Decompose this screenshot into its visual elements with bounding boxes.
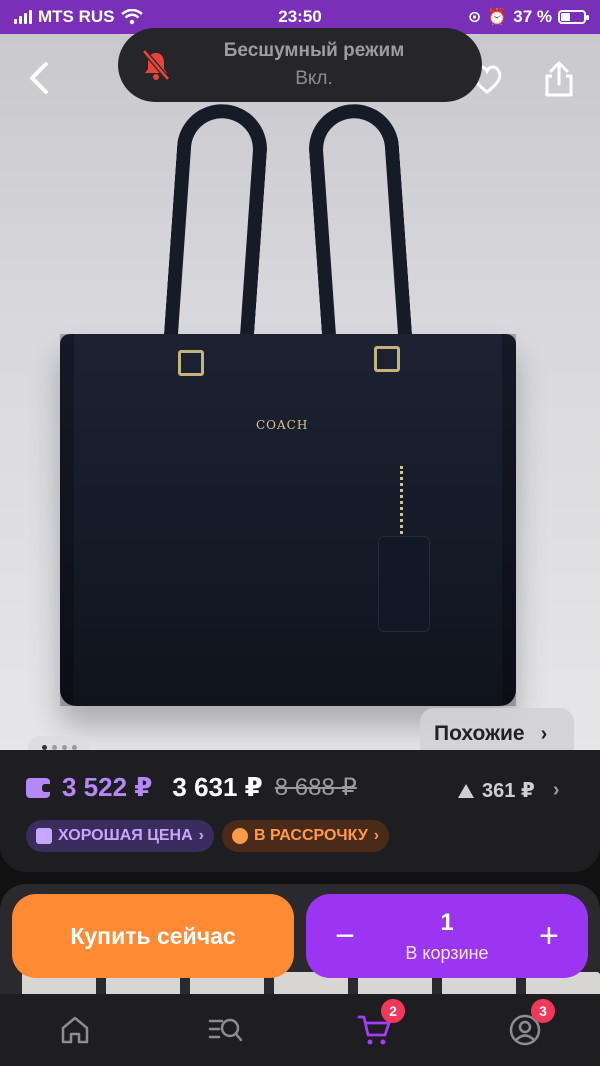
price-panel: 3 522 ₽ 3 631 ₽ 8 688 ₽ 361 ₽ › — [0, 750, 600, 872]
clock: 23:50 — [278, 7, 322, 26]
bag-chain — [400, 466, 403, 540]
price-drop-link[interactable]: 361 ₽ › — [458, 778, 560, 803]
chevron-right-icon: › — [540, 722, 548, 745]
rotation-lock-icon: ⊙ — [467, 9, 482, 26]
catalog-search-icon — [208, 1018, 243, 1042]
tab-catalog-search[interactable] — [195, 1005, 255, 1055]
similar-button[interactable]: Похожие › — [420, 708, 574, 750]
silent-mode-toast: Бесшумный режим Вкл. — [118, 28, 482, 102]
toast-subtitle: Вкл. — [295, 68, 333, 89]
status-right: ⊙ ⏰ 37 % — [386, 7, 589, 27]
product-image-gallery[interactable]: COACH Похожие › — [0, 34, 600, 750]
bag-tag — [378, 536, 430, 632]
back-button[interactable] — [24, 58, 54, 108]
price-chips: ХОРОШАЯ ЦЕНА › В РАССРОЧКУ › — [26, 820, 390, 852]
cart-quantity[interactable]: 1 В корзине — [405, 909, 488, 964]
product-photo — [60, 334, 516, 706]
chevron-right-icon: › — [552, 779, 560, 801]
current-price: 3 631 ₽ — [172, 772, 263, 802]
toast-title: Бесшумный режим — [223, 40, 405, 61]
battery-icon — [558, 10, 589, 24]
price-row: 3 522 ₽ 3 631 ₽ 8 688 ₽ — [26, 772, 357, 803]
cart-badge: 2 — [381, 999, 405, 1023]
tab-cart[interactable]: 2 — [345, 999, 405, 1055]
carrier-label: MTS RUS — [38, 7, 115, 26]
similar-label: Похожие — [434, 722, 525, 745]
cart-stepper: − 1 В корзине + — [306, 894, 588, 978]
share-icon[interactable] — [542, 60, 576, 98]
home-icon — [61, 1016, 89, 1044]
cart-quantity-value: 1 — [440, 908, 454, 936]
wifi-icon — [120, 9, 143, 25]
profile-badge: 3 — [531, 999, 555, 1023]
thumbs-up-icon — [36, 828, 52, 844]
decrease-quantity-button[interactable]: − — [328, 917, 362, 956]
old-price: 8 688 ₽ — [274, 774, 357, 801]
installment-chip[interactable]: В РАССРОЧКУ › — [221, 820, 390, 852]
wallet-icon — [26, 777, 52, 798]
brand-logo: COACH — [256, 418, 309, 432]
bag-buckle-left — [178, 350, 204, 376]
installment-label: В РАССРОЧКУ — [253, 827, 368, 844]
tab-profile[interactable]: 3 — [495, 999, 555, 1055]
battery-percent: 37 % — [513, 7, 552, 26]
pie-chart-icon — [231, 828, 248, 844]
chevron-left-icon — [30, 62, 48, 94]
status-left: MTS RUS — [14, 7, 214, 27]
good-price-chip[interactable]: ХОРОШАЯ ЦЕНА › — [26, 820, 214, 852]
buy-now-button[interactable]: Купить сейчас — [12, 894, 294, 978]
tab-home[interactable] — [45, 1005, 105, 1055]
price-drop-value: 361 ₽ — [482, 780, 535, 802]
cart-quantity-label: В корзине — [405, 942, 489, 963]
chevron-right-icon: › — [373, 827, 380, 844]
gallery-pagination — [28, 736, 90, 750]
bottom-tab-bar: 2 3 — [0, 994, 600, 1066]
good-price-label: ХОРОШАЯ ЦЕНА — [58, 827, 193, 844]
signal-icon — [14, 10, 32, 24]
increase-quantity-button[interactable]: + — [532, 917, 566, 956]
chevron-right-icon: › — [198, 827, 204, 844]
bag-buckle-right — [374, 346, 400, 372]
bell-muted-icon — [142, 49, 170, 81]
triangle-up-icon — [458, 783, 474, 798]
alarm-icon: ⏰ — [487, 9, 508, 26]
wallet-price: 3 522 ₽ — [62, 772, 153, 802]
